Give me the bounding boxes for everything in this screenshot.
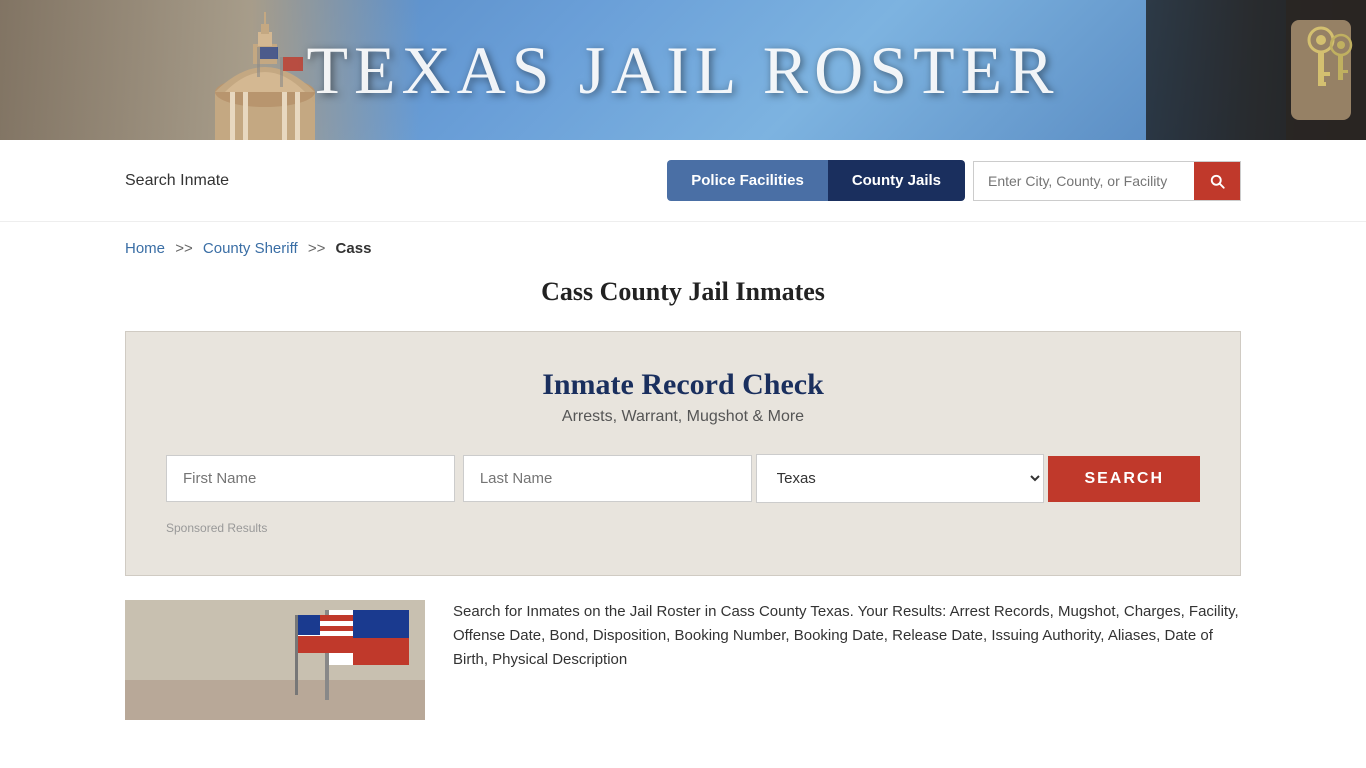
- bottom-section: ★ Search for Inmates on the Jail Roster …: [0, 600, 1366, 720]
- breadcrumb-county-sheriff[interactable]: County Sheriff: [203, 240, 298, 257]
- page-title: Cass County Jail Inmates: [0, 277, 1366, 307]
- header-banner: TEXAS JAIL ROSTER: [0, 0, 1366, 140]
- keys-illustration: [1146, 0, 1366, 140]
- last-name-input[interactable]: [463, 455, 752, 502]
- facility-search-wrapper: [973, 161, 1241, 201]
- bottom-description: Search for Inmates on the Jail Roster in…: [453, 600, 1241, 672]
- record-check-subtitle: Arrests, Warrant, Mugshot & More: [166, 408, 1200, 426]
- navbar: Search Inmate Police Facilities County J…: [0, 140, 1366, 222]
- search-icon: [1208, 172, 1226, 190]
- facility-search-input[interactable]: [974, 163, 1194, 199]
- record-check-box: Inmate Record Check Arrests, Warrant, Mu…: [125, 331, 1241, 576]
- breadcrumb: Home >> County Sheriff >> Cass: [0, 222, 1366, 267]
- nav-buttons: Police Facilities County Jails: [667, 160, 965, 201]
- breadcrumb-current: Cass: [336, 240, 372, 257]
- breadcrumb-sep2: >>: [308, 240, 326, 257]
- record-check-form: Texas Alabama Alaska Arizona Arkansas Ca…: [166, 454, 1200, 503]
- site-title: TEXAS JAIL ROSTER: [306, 31, 1059, 110]
- first-name-input[interactable]: [166, 455, 455, 502]
- texas-flag-illustration: ★: [125, 600, 425, 720]
- record-search-button[interactable]: SEARCH: [1048, 456, 1200, 502]
- search-inmate-label: Search Inmate: [125, 172, 229, 190]
- state-select[interactable]: Texas Alabama Alaska Arizona Arkansas Ca…: [756, 454, 1045, 503]
- county-jails-button[interactable]: County Jails: [828, 160, 965, 201]
- breadcrumb-sep1: >>: [175, 240, 193, 257]
- facility-search-button[interactable]: [1194, 162, 1240, 200]
- record-check-title: Inmate Record Check: [166, 368, 1200, 402]
- police-facilities-button[interactable]: Police Facilities: [667, 160, 828, 201]
- county-image: ★: [125, 600, 425, 720]
- breadcrumb-home[interactable]: Home: [125, 240, 165, 257]
- sponsored-label: Sponsored Results: [166, 521, 1200, 535]
